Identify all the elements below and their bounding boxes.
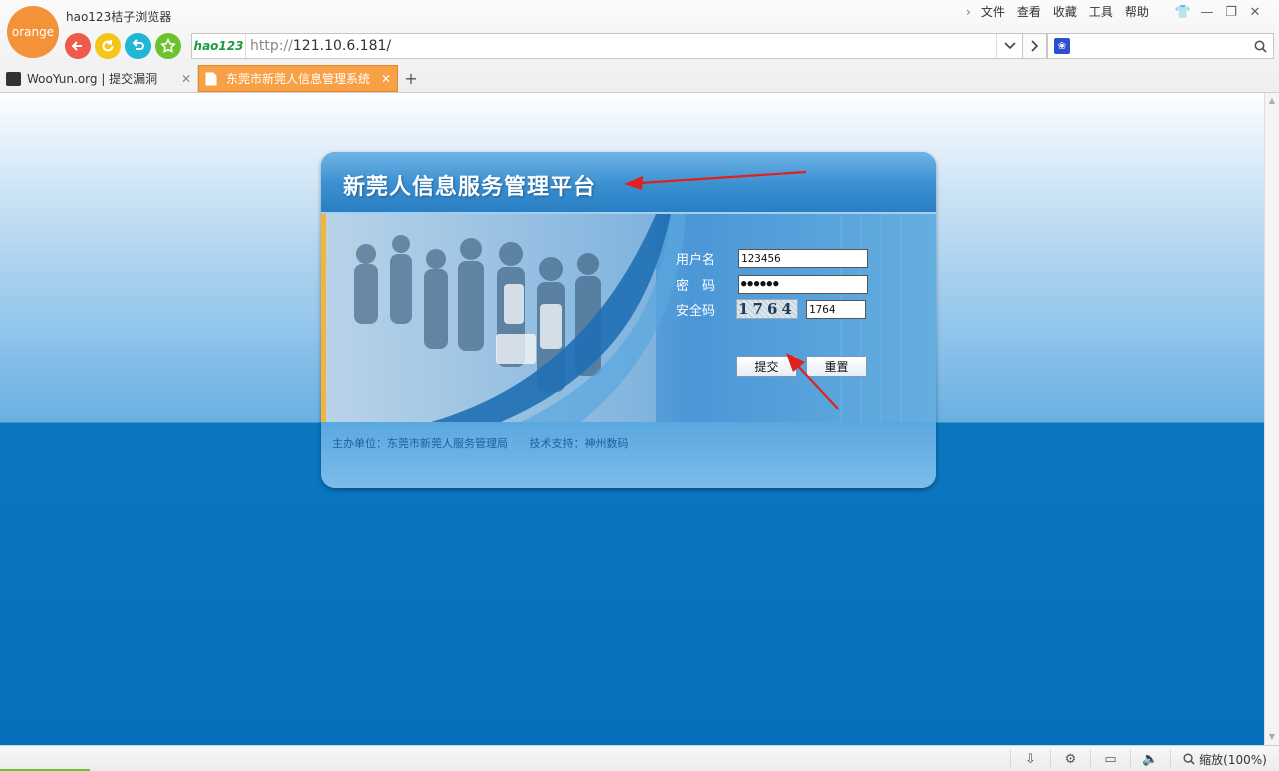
favorite-button[interactable]	[155, 33, 181, 59]
tab-dongguan[interactable]: 东莞市新莞人信息管理系统 ✕	[198, 65, 398, 92]
captcha-image[interactable]: 1764	[736, 299, 798, 319]
star-icon	[160, 38, 176, 54]
tab-label: WooYun.org | 提交漏洞	[27, 72, 158, 86]
username-row: 用户名 123456	[676, 248, 868, 268]
tab-label: 东莞市新莞人信息管理系统	[226, 72, 371, 86]
undo-icon	[132, 39, 144, 50]
minimize-button[interactable]: —	[1195, 3, 1219, 21]
undo-close-button[interactable]	[125, 33, 151, 59]
panel-header: 新莞人信息服务管理平台	[321, 152, 936, 214]
close-tab-icon[interactable]: ✕	[381, 72, 391, 86]
captcha-label: 安全码	[676, 303, 716, 319]
back-button[interactable]	[65, 33, 91, 59]
browser-logo-text: orange	[11, 25, 55, 39]
zoom-level: 缩放(100%)	[1199, 752, 1267, 767]
url-text[interactable]: http://121.10.6.181/	[246, 38, 996, 54]
url-path: /	[386, 38, 392, 54]
chevron-down-icon	[1003, 42, 1016, 50]
tab-wooyun[interactable]: WooYun.org | 提交漏洞 ✕	[0, 65, 198, 92]
password-label: 密 码	[676, 278, 716, 294]
footer-host: 主办单位：东莞市新莞人服务管理局	[332, 437, 508, 450]
footer-credits: 主办单位：东莞市新莞人服务管理局 技术支持：神州数码	[332, 435, 647, 451]
username-input[interactable]: 123456	[738, 248, 868, 268]
accent-bar	[321, 214, 326, 422]
settings-gear-icon[interactable]: ⚙	[1050, 750, 1090, 768]
menu-favorites[interactable]: 收藏	[1053, 3, 1077, 20]
menu-view[interactable]: 查看	[1017, 3, 1041, 20]
skin-icon[interactable]: 👕	[1171, 3, 1195, 21]
download-icon[interactable]: ⇩	[1010, 750, 1050, 768]
arrow-left-icon	[71, 41, 82, 51]
login-panel: 新莞人信息服务管理平台 用户名 123456 密 码 ●●●●●● 安全码 17…	[321, 152, 936, 488]
window-controls: 👕 — ❐ ✕	[1171, 3, 1267, 21]
screen-icon[interactable]: ▭	[1090, 750, 1130, 768]
reload-button[interactable]	[95, 33, 121, 59]
wooyun-favicon	[6, 71, 21, 86]
menu-bar: › 文件 查看 收藏 工具 帮助	[966, 3, 1161, 20]
status-bar: ⇩ ⚙ ▭ 🔈 缩放(100%)	[0, 745, 1279, 771]
menu-help[interactable]: 帮助	[1125, 3, 1149, 20]
page-favicon	[205, 72, 220, 86]
captcha-input[interactable]: 1764	[806, 299, 866, 319]
zoom-icon	[1183, 753, 1195, 765]
search-icon[interactable]	[1254, 40, 1267, 53]
baidu-paw-icon[interactable]: ❀	[1054, 38, 1070, 54]
password-row: 密 码 ●●●●●●	[676, 274, 868, 294]
reset-button[interactable]: 重置	[806, 356, 867, 377]
hao123-badge-text: hao123	[193, 39, 244, 53]
scroll-down-icon[interactable]: ▼	[1267, 732, 1277, 742]
panel-footer: 主办单位：东莞市新莞人服务管理局 技术支持：神州数码	[321, 422, 936, 488]
search-box[interactable]: ❀	[1047, 33, 1274, 59]
page-viewport: 新莞人信息服务管理平台 用户名 123456 密 码 ●●●●●● 安全码 17…	[0, 93, 1264, 745]
address-bar[interactable]: hao123 http://121.10.6.181/	[191, 33, 1023, 59]
url-host: 121.10.6.181	[292, 38, 387, 54]
url-dropdown-button[interactable]	[996, 34, 1022, 58]
menu-expand-icon[interactable]: ›	[966, 5, 971, 19]
url-scheme: http://	[250, 38, 293, 54]
footer-support: 技术支持：神州数码	[529, 437, 629, 450]
menu-tools[interactable]: 工具	[1089, 3, 1113, 20]
browser-chrome: orange hao123桔子浏览器 hao123 http://121.10.…	[0, 0, 1279, 93]
menu-file[interactable]: 文件	[981, 3, 1005, 20]
volume-icon[interactable]: 🔈	[1130, 750, 1170, 768]
new-tab-button[interactable]: +	[398, 65, 424, 92]
submit-button[interactable]: 提交	[736, 356, 797, 377]
vertical-scrollbar[interactable]: ▲ ▼	[1264, 93, 1279, 745]
zoom-indicator[interactable]: 缩放(100%)	[1170, 750, 1279, 768]
go-button[interactable]	[1023, 33, 1047, 59]
captcha-row: 安全码 1764 1764	[676, 299, 866, 319]
maximize-button[interactable]: ❐	[1219, 3, 1243, 21]
refresh-icon	[102, 40, 114, 52]
username-label: 用户名	[676, 252, 716, 268]
panel-body: 用户名 123456 密 码 ●●●●●● 安全码 1764 1764 提交 重…	[321, 214, 936, 422]
page-title: 新莞人信息服务管理平台	[343, 175, 597, 200]
scroll-up-icon[interactable]: ▲	[1267, 96, 1277, 106]
hao123-badge[interactable]: hao123	[192, 34, 246, 58]
password-input[interactable]: ●●●●●●	[738, 274, 868, 294]
chevron-right-icon	[1030, 40, 1038, 52]
close-window-button[interactable]: ✕	[1243, 3, 1267, 21]
browser-logo[interactable]: orange	[7, 6, 59, 58]
app-title: hao123桔子浏览器	[66, 10, 172, 24]
tab-strip: WooYun.org | 提交漏洞 ✕ 东莞市新莞人信息管理系统 ✕ +	[0, 65, 424, 93]
close-tab-icon[interactable]: ✕	[181, 72, 191, 86]
